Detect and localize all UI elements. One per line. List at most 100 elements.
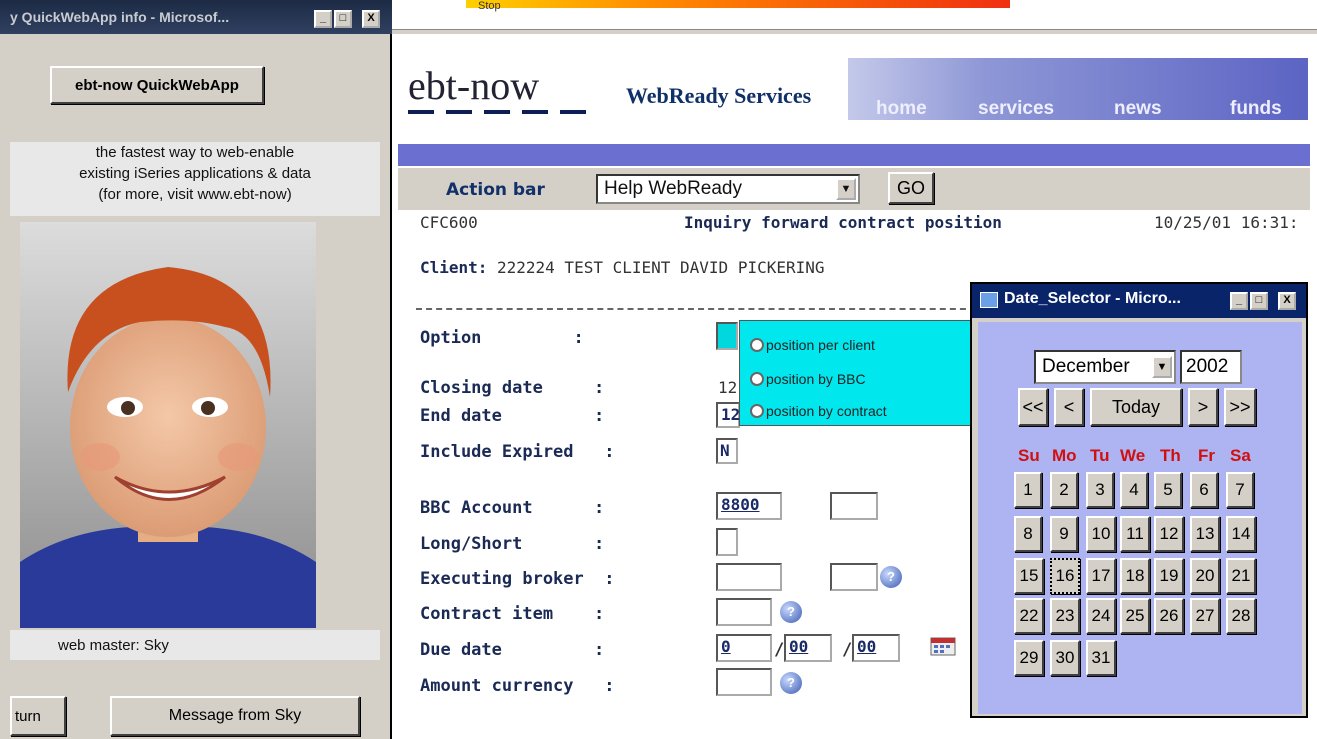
calendar-day-button[interactable]: 26	[1154, 598, 1184, 634]
radio-label: position by contract	[766, 403, 887, 419]
calendar-day-button[interactable]: 15	[1014, 558, 1044, 594]
calendar-day-button[interactable]: 5	[1154, 472, 1182, 508]
prev-year-button[interactable]: <<	[1018, 388, 1048, 426]
include-expired-field[interactable]: N	[716, 438, 738, 464]
calendar-day-button[interactable]: 9	[1050, 516, 1078, 552]
option-field[interactable]	[716, 322, 738, 350]
closing-date-value: 12	[718, 378, 738, 397]
long-short-field[interactable]	[716, 528, 738, 556]
nav-funds[interactable]: funds	[1230, 98, 1282, 120]
browser-icon	[980, 292, 998, 308]
description-line: existing iSeries applications & data	[79, 165, 311, 182]
contract-item-label: Contract item :	[420, 604, 605, 624]
today-button[interactable]: Today	[1090, 388, 1182, 426]
screen-datetime: 10/25/01 16:31:	[1154, 213, 1299, 232]
calendar-day-button[interactable]: 19	[1154, 558, 1184, 594]
executing-broker-field[interactable]	[716, 563, 782, 591]
calendar-day-button[interactable]: 27	[1190, 598, 1220, 634]
calendar-day-button[interactable]: 18	[1120, 558, 1150, 594]
closing-date-label: Closing date :	[420, 378, 605, 398]
help-icon[interactable]: ?	[880, 566, 902, 588]
due-year-field[interactable]: 00	[852, 634, 900, 662]
help-icon[interactable]: ?	[780, 601, 802, 623]
radio-position-by-bbc[interactable]: position by BBC	[750, 371, 866, 387]
calendar-day-button[interactable]: 10	[1086, 516, 1116, 552]
stop-button[interactable]: Stop	[478, 0, 501, 12]
action-select[interactable]: Help WebReady ▼	[596, 174, 860, 204]
date-separator: /	[842, 640, 853, 660]
next-month-button[interactable]: >	[1188, 388, 1218, 426]
client-value: 222224 TEST CLIENT DAVID PICKERING	[497, 258, 825, 277]
weekday-header: Tu	[1090, 446, 1110, 465]
close-button[interactable]: X	[1278, 292, 1296, 310]
weekday-header: Fr	[1198, 446, 1215, 465]
calendar-day-button[interactable]: 31	[1086, 640, 1116, 676]
contract-item-field[interactable]	[716, 598, 772, 626]
nav-services[interactable]: services	[978, 98, 1054, 120]
calendar-day-button[interactable]: 2	[1050, 472, 1078, 508]
calendar-day-button[interactable]: 22	[1014, 598, 1044, 634]
chevron-down-icon[interactable]: ▼	[1152, 356, 1172, 378]
minimize-button[interactable]: _	[314, 10, 332, 28]
nav-news[interactable]: news	[1114, 98, 1162, 120]
next-year-button[interactable]: >>	[1224, 388, 1256, 426]
calendar-day-button[interactable]: 7	[1226, 472, 1254, 508]
separator	[416, 308, 976, 310]
calendar-day-button[interactable]: 14	[1226, 516, 1256, 552]
close-button[interactable]: X	[362, 10, 380, 28]
calendar-day-button[interactable]: 3	[1086, 472, 1114, 508]
due-date-label: Due date :	[420, 640, 605, 660]
calendar-day-button[interactable]: 25	[1120, 598, 1150, 634]
calendar-day-button[interactable]: 17	[1086, 558, 1116, 594]
calendar-day-button[interactable]: 30	[1050, 640, 1080, 676]
calendar-day-button[interactable]: 11	[1120, 516, 1150, 552]
include-expired-label: Include Expired :	[420, 442, 615, 462]
calendar-day-button[interactable]: 12	[1154, 516, 1184, 552]
date-selector-title: Date_Selector - Micro...	[1004, 290, 1181, 307]
bbc-account-label: BBC Account :	[420, 498, 605, 518]
radio-position-by-contract[interactable]: position by contract	[750, 403, 887, 419]
webready-tagline: WebReady Services	[626, 83, 812, 108]
logo-underline	[408, 110, 598, 114]
calendar-day-button[interactable]: 6	[1190, 472, 1218, 508]
year-field[interactable]: 2002	[1180, 350, 1242, 384]
maximize-button[interactable]: □	[334, 10, 352, 28]
calendar-icon[interactable]	[930, 636, 956, 656]
return-button[interactable]: turn	[10, 696, 66, 736]
calendar-day-button[interactable]: 8	[1014, 516, 1042, 552]
calendar-day-button[interactable]: 20	[1190, 558, 1220, 594]
calendar-day-button[interactable]: 21	[1226, 558, 1256, 594]
maximize-button[interactable]: □	[1250, 292, 1268, 310]
calendar-day-button[interactable]: 4	[1120, 472, 1148, 508]
due-month-field[interactable]: 00	[784, 634, 832, 662]
nav-home[interactable]: home	[876, 98, 927, 120]
program-id: CFC600	[420, 213, 478, 232]
amount-currency-field[interactable]	[716, 668, 772, 696]
radio-icon	[750, 338, 764, 352]
calendar-day-button[interactable]: 24	[1086, 598, 1116, 634]
calendar-day-button[interactable]: 28	[1226, 598, 1256, 634]
go-button[interactable]: GO	[888, 172, 934, 204]
quickwebapp-button[interactable]: ebt-now QuickWebApp	[50, 66, 264, 104]
help-icon[interactable]: ?	[780, 672, 802, 694]
webmaster-label: web master: Sky	[10, 630, 380, 660]
calendar-day-button[interactable]: 29	[1014, 640, 1044, 676]
long-short-label: Long/Short :	[420, 534, 605, 554]
chevron-down-icon[interactable]: ▼	[836, 178, 856, 200]
radio-position-per-client[interactable]: position per client	[750, 337, 875, 353]
calendar-day-button[interactable]: 1	[1014, 472, 1042, 508]
calendar-day-button[interactable]: 13	[1190, 516, 1220, 552]
window-title: y QuickWebApp info - Microsof...	[10, 9, 230, 25]
minimize-button[interactable]: _	[1230, 292, 1248, 310]
executing-broker-field-2[interactable]	[830, 563, 878, 591]
due-day-field[interactable]: 0	[716, 634, 772, 662]
calendar-day-button[interactable]: 23	[1050, 598, 1080, 634]
bbc-subaccount-field[interactable]	[830, 492, 878, 520]
bbc-account-field[interactable]: 8800	[716, 492, 782, 520]
calendar-day-button[interactable]: 16	[1050, 558, 1080, 594]
month-select[interactable]: December ▼	[1034, 350, 1176, 384]
end-date-field[interactable]: 12	[716, 402, 740, 428]
message-from-sky-button[interactable]: Message from Sky	[110, 696, 360, 736]
radio-icon	[750, 372, 764, 386]
prev-month-button[interactable]: <	[1054, 388, 1084, 426]
